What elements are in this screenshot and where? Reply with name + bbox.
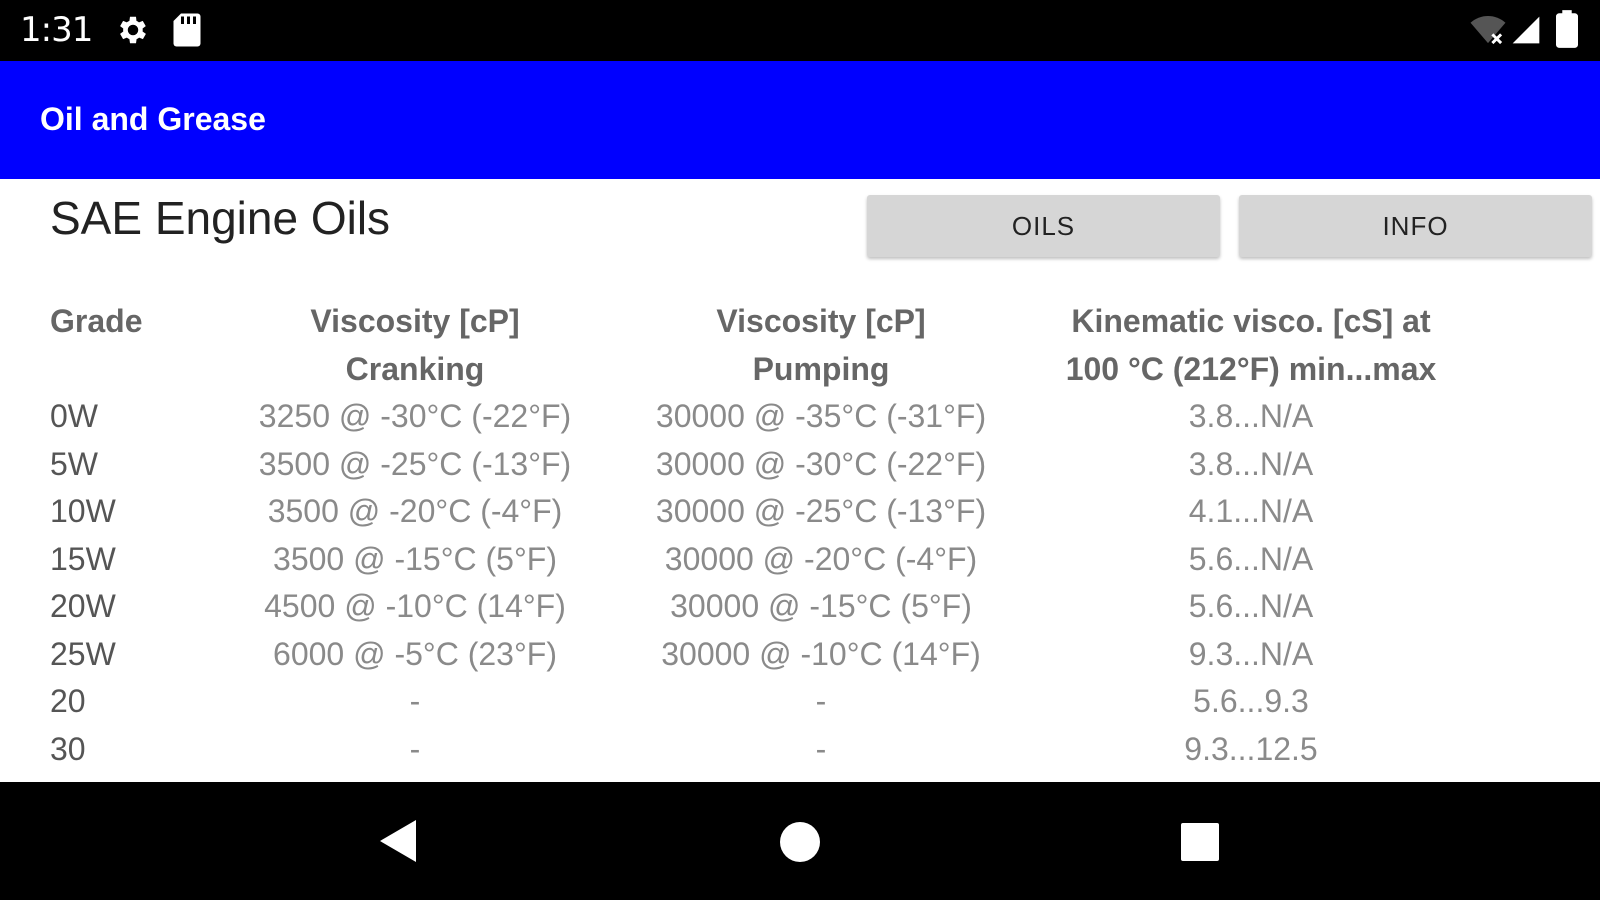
table-row: 20 - - 5.6...9.3 — [38, 678, 1478, 726]
cell-grade: 25W — [50, 635, 116, 672]
header-pumping: Viscosity [cP] Pumping — [618, 297, 1024, 393]
cell-cranking: 3500 @ -15°C (5°F) — [273, 540, 557, 577]
cell-grade: 5W — [50, 445, 98, 482]
signal-icon — [1510, 14, 1542, 50]
header-cranking: Viscosity [cP] Cranking — [212, 297, 618, 393]
table-row: 0W 3250 @ -30°C (-22°F) 30000 @ -35°C (-… — [38, 393, 1478, 441]
cell-grade: 0W — [50, 398, 98, 434]
cell-cranking: 3250 @ -30°C (-22°F) — [258, 398, 572, 434]
cell-kinematic: 5.6...9.3 — [1193, 683, 1309, 719]
header-cranking-line2: Cranking — [345, 351, 485, 387]
sd-card-icon — [172, 12, 202, 52]
table-row: 30 - - 9.3...12.5 — [38, 726, 1478, 774]
cell-kinematic: 3.8...N/A — [1188, 398, 1314, 434]
back-icon[interactable] — [376, 816, 420, 870]
table-row: 20W 4500 @ -10°C (14°F) 30000 @ -15°C (5… — [38, 583, 1478, 631]
cell-pumping: - — [815, 730, 827, 767]
main-content: SAE Engine Oils OILS INFO Grade Viscosit… — [0, 179, 1600, 782]
app-title: Oil and Grease — [40, 101, 266, 137]
cell-cranking: - — [409, 730, 421, 767]
header-pumping-line2: Pumping — [752, 351, 890, 387]
battery-icon — [1556, 10, 1578, 52]
home-icon[interactable] — [778, 820, 822, 868]
cell-kinematic: 9.3...N/A — [1188, 635, 1314, 672]
header-kinematic: Kinematic visco. [cS] at 100 °C (212°F) … — [1024, 297, 1478, 393]
cell-pumping: 30000 @ -25°C (-13°F) — [655, 493, 987, 529]
cell-kinematic: 5.6...N/A — [1188, 588, 1314, 624]
cell-kinematic: 3.8...N/A — [1188, 445, 1314, 482]
recents-icon[interactable] — [1180, 822, 1220, 866]
wifi-off-icon — [1470, 14, 1506, 50]
header-cranking-line1: Viscosity [cP] — [310, 303, 520, 339]
status-time: 1:31 — [20, 10, 93, 50]
header-pumping-line1: Viscosity [cP] — [716, 303, 926, 339]
cell-kinematic: 5.6...N/A — [1188, 540, 1314, 577]
cell-grade: 30 — [50, 730, 86, 767]
cell-grade: 10W — [50, 493, 116, 529]
oils-button[interactable]: OILS — [867, 195, 1220, 257]
info-button[interactable]: INFO — [1239, 195, 1592, 257]
cell-pumping: 30000 @ -10°C (14°F) — [661, 635, 981, 672]
cell-cranking: 3500 @ -20°C (-4°F) — [267, 493, 563, 529]
table-row: 15W 3500 @ -15°C (5°F) 30000 @ -20°C (-4… — [38, 536, 1478, 584]
cell-cranking: 4500 @ -10°C (14°F) — [264, 588, 566, 624]
gear-icon — [115, 12, 151, 52]
cell-pumping: 30000 @ -15°C (5°F) — [670, 588, 972, 624]
page-title: SAE Engine Oils — [50, 192, 391, 244]
cell-grade: 20 — [50, 683, 86, 719]
cell-pumping: 30000 @ -35°C (-31°F) — [655, 398, 987, 434]
navigation-bar — [0, 782, 1600, 900]
cell-cranking: 3500 @ -25°C (-13°F) — [258, 445, 572, 482]
table-row: 25W 6000 @ -5°C (23°F) 30000 @ -10°C (14… — [38, 631, 1478, 679]
cell-grade: 20W — [50, 588, 116, 624]
cell-pumping: - — [815, 683, 827, 719]
table-row: 5W 3500 @ -25°C (-13°F) 30000 @ -30°C (-… — [38, 441, 1478, 489]
cell-pumping: 30000 @ -20°C (-4°F) — [664, 540, 978, 577]
cell-cranking: - — [409, 683, 421, 719]
header-grade: Grade — [50, 303, 143, 339]
cell-kinematic: 4.1...N/A — [1188, 493, 1314, 529]
app-bar: Oil and Grease — [0, 61, 1600, 179]
header-kinematic-line2: 100 °C (212°F) min...max — [1065, 351, 1437, 387]
cell-pumping: 30000 @ -30°C (-22°F) — [655, 445, 987, 482]
table-header-row: Grade Viscosity [cP] Cranking Viscosity … — [38, 297, 1478, 393]
table-row: 10W 3500 @ -20°C (-4°F) 30000 @ -25°C (-… — [38, 488, 1478, 536]
status-bar: 1:31 — [0, 0, 1600, 61]
cell-grade: 15W — [50, 540, 116, 577]
cell-cranking: 6000 @ -5°C (23°F) — [273, 635, 557, 672]
cell-kinematic: 9.3...12.5 — [1184, 730, 1318, 767]
header-kinematic-line1: Kinematic visco. [cS] at — [1071, 303, 1431, 339]
oils-table: Grade Viscosity [cP] Cranking Viscosity … — [38, 297, 1478, 773]
